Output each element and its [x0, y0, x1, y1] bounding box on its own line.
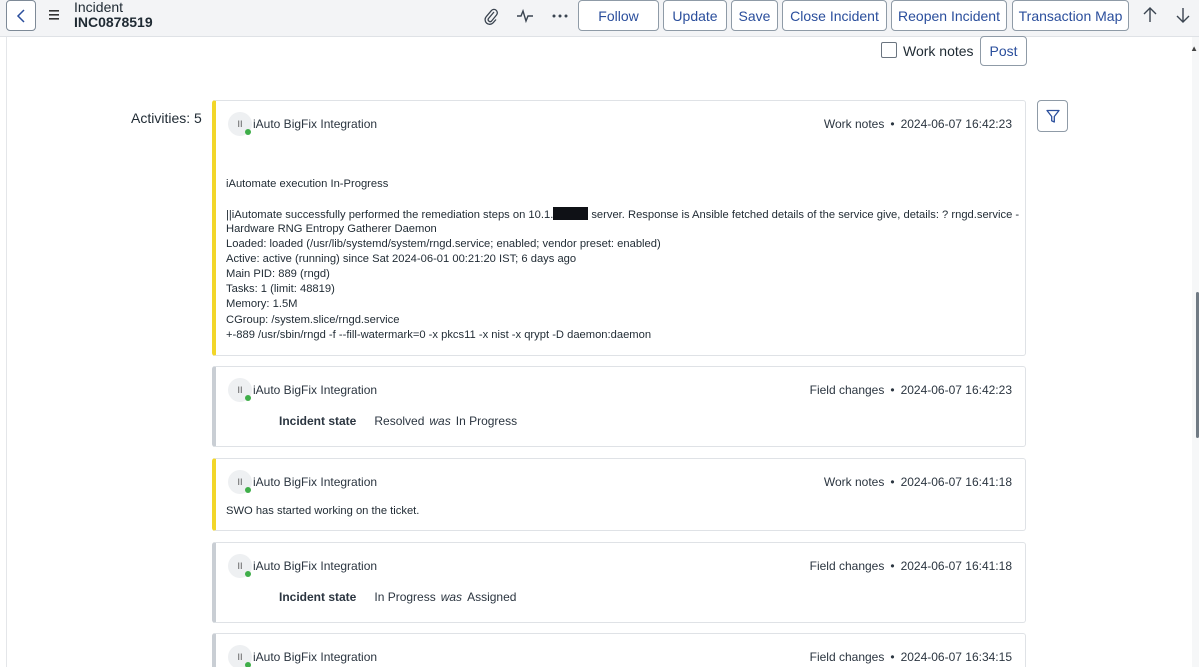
activity-entry: II iAuto BigFix Integration Field change…: [212, 633, 1026, 667]
field-change: Incident state In Progress was Assigned: [279, 590, 517, 604]
activity-timestamp: 2024-06-07 16:34:15: [900, 650, 1012, 664]
new-value: In Progress: [374, 590, 436, 604]
pulse-icon[interactable]: [516, 7, 534, 25]
activity-type: Field changes: [809, 559, 885, 573]
scroll-up-icon[interactable]: ▲: [1190, 44, 1198, 53]
redacted-block: [553, 207, 589, 220]
activity-meta: Work notes • 2024-06-07 16:41:18: [823, 475, 1012, 489]
form-header: Incident INC0878519 Follow Update Save C…: [0, 0, 1199, 37]
update-button[interactable]: Update: [663, 0, 727, 31]
old-value: In Progress: [455, 414, 518, 428]
menu-icon[interactable]: [47, 9, 61, 21]
paperclip-icon[interactable]: [482, 7, 500, 25]
table-name: Incident: [74, 0, 124, 15]
avatar: II: [228, 112, 252, 136]
record-number: INC0878519: [74, 14, 153, 30]
activity-type: Field changes: [809, 650, 885, 664]
work-notes-label: Work notes: [903, 43, 974, 59]
save-button[interactable]: Save: [731, 0, 778, 31]
back-button[interactable]: [6, 0, 36, 31]
note-line: Main PID: 889 (rngd): [226, 268, 330, 280]
activity-entry: II iAuto BigFix Integration Field change…: [212, 366, 1026, 447]
activity-entry: II iAuto BigFix Integration Work notes • 2…: [212, 100, 1026, 356]
note-line: Tasks: 1 (limit: 48819): [226, 283, 335, 295]
avatar: II: [228, 378, 252, 402]
filter-icon: [1045, 109, 1060, 123]
activity-meta: Field changes • 2024-06-07 16:42:23: [809, 383, 1012, 397]
activity-meta: Field changes • 2024-06-07 16:41:18: [809, 559, 1012, 573]
more-icon[interactable]: [551, 7, 569, 25]
new-value: Resolved: [374, 414, 425, 428]
note-line: +-889 /usr/sbin/rngd -f --fill-watermark…: [226, 329, 652, 341]
field-name: Incident state: [279, 414, 357, 428]
activity-timestamp: 2024-06-07 16:41:18: [900, 475, 1012, 489]
close-incident-button[interactable]: Close Incident: [782, 0, 887, 31]
online-status-dot: [245, 571, 251, 577]
activity-author: iAuto BigFix Integration: [253, 559, 378, 573]
record-title: Incident INC0878519: [74, 0, 153, 30]
online-status-dot: [245, 487, 251, 493]
activity-timestamp: 2024-06-07 16:42:23: [900, 383, 1012, 397]
field-change: Incident state Resolved was In Progress: [279, 414, 518, 428]
work-notes-checkbox[interactable]: [881, 42, 897, 58]
post-button[interactable]: Post: [980, 36, 1027, 66]
back-icon: [16, 8, 25, 23]
transaction-map-button[interactable]: Transaction Map: [1012, 0, 1129, 31]
activity-timestamp: 2024-06-07 16:42:23: [900, 117, 1012, 131]
field-name: Incident state: [279, 590, 357, 604]
avatar: II: [228, 470, 252, 494]
note-title: iAutomate execution In-Progress: [226, 178, 389, 190]
old-value: Assigned: [467, 590, 517, 604]
activity-author: iAuto BigFix Integration: [253, 650, 378, 664]
note-line: Active: active (running) since Sat 2024-…: [226, 253, 577, 265]
reopen-incident-button[interactable]: Reopen Incident: [891, 0, 1007, 31]
activity-entry: II iAuto BigFix Integration Field change…: [212, 542, 1026, 623]
activity-type: Work notes: [823, 117, 885, 131]
avatar: II: [228, 645, 252, 667]
activity-entry: II iAuto BigFix Integration Work notes • 2…: [212, 458, 1026, 531]
arrow-down-icon[interactable]: [1175, 6, 1191, 24]
follow-button[interactable]: Follow: [578, 0, 659, 31]
online-status-dot: [245, 395, 251, 401]
activity-type: Field changes: [809, 383, 885, 397]
note-line: ||iAutomate successfully performed the r…: [226, 207, 1020, 221]
note-line: CGroup: /system.slice/rngd.service: [226, 314, 400, 326]
activity-meta: Field changes • 2024-06-07 16:34:15: [809, 650, 1012, 664]
note-line: Hardware RNG Entropy Gatherer Daemon: [226, 223, 437, 235]
activity-author: iAuto BigFix Integration: [253, 475, 378, 489]
note-line: Memory: 1.5M: [226, 298, 298, 310]
activity-filter-button[interactable]: [1037, 100, 1068, 132]
avatar: II: [228, 554, 252, 578]
activities-count: Activities: 5: [131, 110, 202, 126]
activity-timestamp: 2024-06-07 16:41:18: [900, 559, 1012, 573]
note-line: Loaded: loaded (/usr/lib/systemd/system/…: [226, 238, 661, 250]
activity-author: iAuto BigFix Integration: [253, 117, 378, 131]
activity-type: Work notes: [823, 475, 885, 489]
activity-meta: Work notes • 2024-06-07 16:42:23: [823, 117, 1012, 131]
online-status-dot: [245, 662, 251, 667]
activity-author: iAuto BigFix Integration: [253, 383, 378, 397]
arrow-up-icon[interactable]: [1142, 6, 1158, 24]
online-status-dot: [245, 129, 251, 135]
note-text: SWO has started working on the ticket.: [226, 505, 420, 517]
